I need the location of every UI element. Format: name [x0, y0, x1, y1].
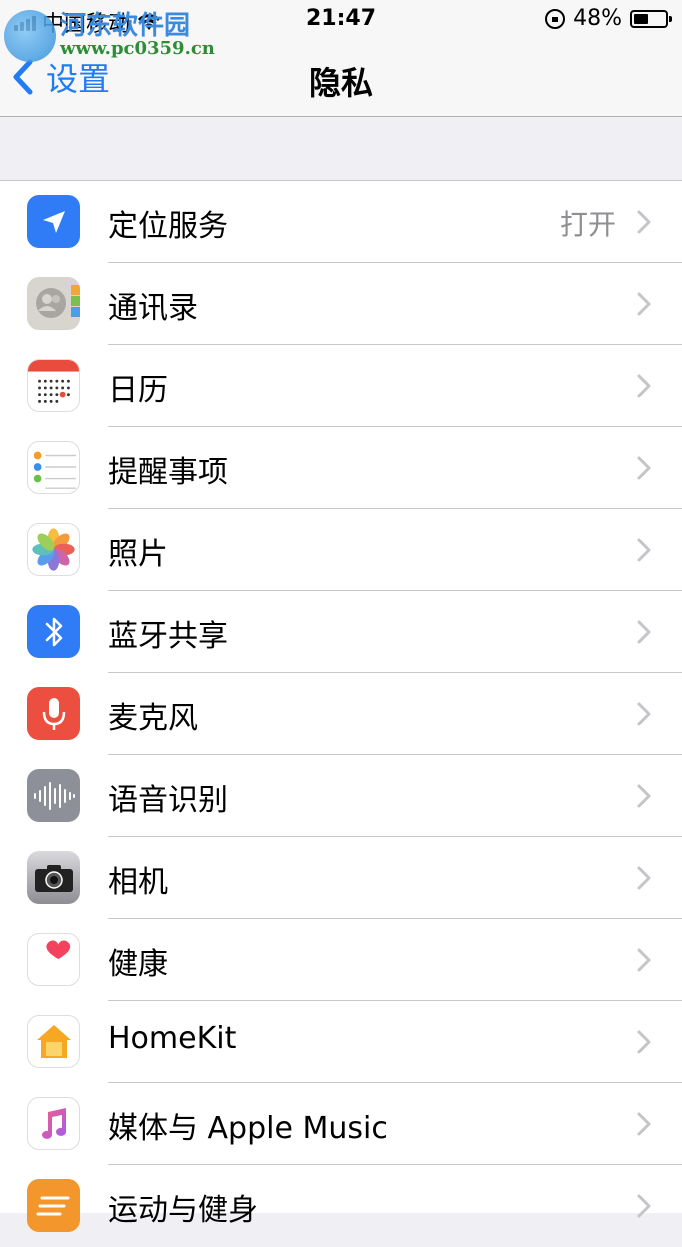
bluetooth-icon: [27, 605, 80, 658]
watermark-logo-icon: [4, 10, 56, 62]
row-label: 照片: [108, 537, 168, 572]
battery-percent: 48%: [573, 6, 622, 31]
chevron-right-icon: [637, 374, 651, 398]
chevron-right-icon: [637, 210, 651, 234]
watermark-url: www.pc0359.cn: [60, 38, 215, 60]
row-label: 日历: [108, 373, 168, 408]
row-bluetooth-sharing[interactable]: 蓝牙共享: [0, 591, 682, 673]
page-title: 隐私: [308, 64, 373, 102]
row-health[interactable]: 健康: [0, 919, 682, 1001]
row-label: 通讯录: [108, 291, 198, 326]
watermark-name: 河东软件园: [60, 10, 191, 41]
row-microphone[interactable]: 麦克风: [0, 673, 682, 755]
speech-recognition-icon: [27, 769, 80, 822]
chevron-right-icon: [637, 1030, 651, 1054]
row-label: 相机: [108, 865, 168, 900]
row-calendar[interactable]: 日历: [0, 345, 682, 427]
row-label: 提醒事项: [108, 455, 228, 490]
row-label: 定位服务: [108, 209, 228, 244]
row-label: HomeKit: [108, 1021, 237, 1056]
homekit-icon: [27, 1015, 80, 1068]
row-label: 麦克风: [108, 701, 198, 736]
chevron-right-icon: [637, 292, 651, 316]
chevron-right-icon: [637, 784, 651, 808]
reminders-icon: [27, 441, 80, 494]
row-location-services[interactable]: 定位服务 打开: [0, 181, 682, 263]
chevron-right-icon: [637, 620, 651, 644]
microphone-icon: [27, 687, 80, 740]
row-label: 媒体与 Apple Music: [108, 1111, 388, 1146]
location-icon: [27, 195, 80, 248]
row-camera[interactable]: 相机: [0, 837, 682, 919]
status-right: 48%: [545, 6, 672, 31]
row-speech-recognition[interactable]: 语音识别: [0, 755, 682, 837]
row-homekit[interactable]: HomeKit: [0, 1001, 682, 1083]
photos-icon: [27, 523, 80, 576]
watermark: 河东软件园 www.pc0359.cn: [4, 10, 215, 62]
privacy-settings-list: 定位服务 打开 通讯录 日历 提醒事项 照片 蓝牙共享 麦克风 语音识别 相机 …: [0, 180, 682, 1232]
chevron-right-icon: [637, 1194, 651, 1218]
rotation-lock-icon: [545, 8, 566, 29]
camera-icon: [27, 851, 80, 904]
chevron-right-icon: [637, 866, 651, 890]
row-motion-fitness[interactable]: 运动与健身: [0, 1165, 682, 1247]
battery-icon: [630, 9, 672, 28]
contacts-icon: [27, 277, 80, 330]
row-value: 打开: [559, 208, 616, 241]
chevron-right-icon: [637, 456, 651, 480]
chevron-right-icon: [637, 948, 651, 972]
row-media-apple-music[interactable]: 媒体与 Apple Music: [0, 1083, 682, 1165]
chevron-right-icon: [637, 538, 651, 562]
chevron-right-icon: [637, 702, 651, 726]
health-icon: [27, 933, 80, 986]
motion-fitness-icon: [27, 1179, 80, 1232]
row-label: 语音识别: [108, 783, 228, 818]
row-label: 蓝牙共享: [108, 619, 228, 654]
row-label: 运动与健身: [108, 1193, 258, 1228]
row-photos[interactable]: 照片: [0, 509, 682, 591]
music-icon: [27, 1097, 80, 1150]
row-label: 健康: [108, 947, 168, 982]
calendar-icon: [27, 359, 80, 412]
chevron-right-icon: [637, 1112, 651, 1136]
row-reminders[interactable]: 提醒事项: [0, 427, 682, 509]
row-contacts[interactable]: 通讯录: [0, 263, 682, 345]
